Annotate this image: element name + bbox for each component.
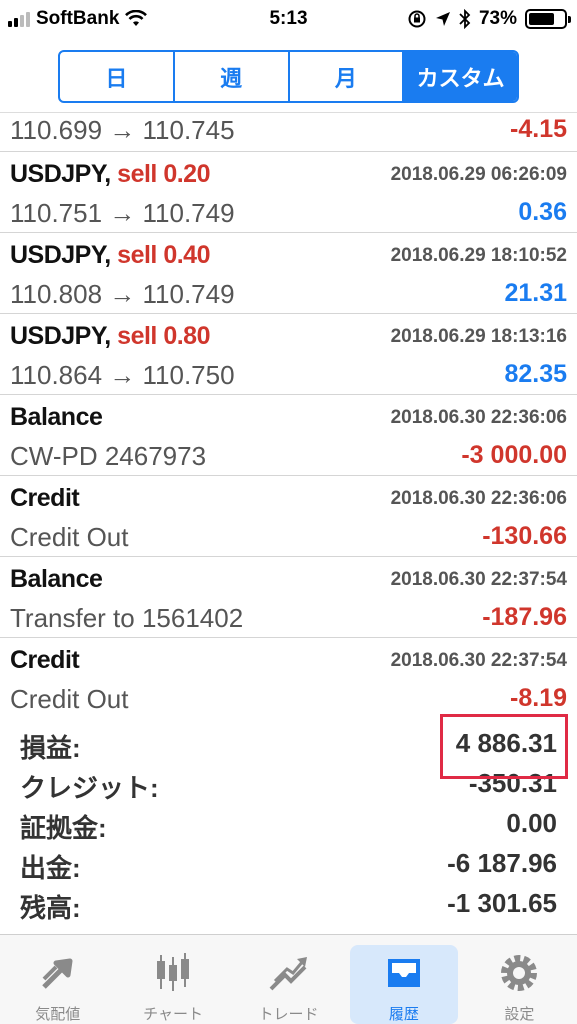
row-amount: 21.31 [504, 279, 567, 307]
history-row[interactable]: Balance 2018.06.30 22:37:54 Transfer to … [0, 557, 577, 638]
history-row[interactable]: Credit 2018.06.30 22:36:06 Credit Out -1… [0, 476, 577, 557]
row-amount: -4.15 [510, 115, 567, 143]
row-amount: 0.36 [518, 198, 567, 226]
row-amount: -3 000.00 [461, 441, 567, 469]
row-amount: -187.96 [482, 603, 567, 631]
tab-label: 気配値 [35, 1005, 81, 1023]
row-date: 2018.06.29 18:13:16 [390, 326, 567, 347]
summary-label: クレジット: [20, 773, 159, 803]
symbol-name: USDJPY, [10, 322, 111, 350]
row-amount: 82.35 [504, 360, 567, 388]
location-icon [435, 12, 450, 26]
row-description: Credit Out [10, 522, 129, 552]
tab-label: チャート [143, 1005, 204, 1023]
status-right: 73% [407, 8, 571, 30]
row-description: 110.864 → 110.750 [10, 360, 235, 390]
row-symbol: Balance [10, 565, 103, 594]
tab-label: 履歴 [388, 1005, 419, 1023]
quotes-icon [41, 958, 73, 989]
tab-chart[interactable]: チャート [115, 935, 230, 1024]
tab-trade[interactable]: トレード [231, 935, 346, 1024]
tab-settings[interactable]: 設定 [462, 935, 577, 1024]
row-symbol: USDJPY, sell 0.80 [10, 322, 210, 351]
bluetooth-icon [459, 9, 471, 29]
summary-label: 出金: [20, 853, 81, 883]
rotation-lock-icon [408, 10, 426, 28]
summary-row-balance: 残高: -1 301.65 [10, 882, 567, 923]
history-row[interactable]: USDJPY, sell 0.80 2018.06.29 18:13:16 11… [0, 314, 577, 395]
segment-week[interactable]: 週 [175, 52, 290, 101]
trade-side: sell 0.20 [117, 160, 210, 188]
history-list[interactable]: 110.699 → 110.745 -4.15 USDJPY, sell 0.2… [0, 112, 577, 716]
status-bar: SoftBank 5:13 73% [0, 0, 577, 40]
row-description: 110.699 → 110.745 [10, 115, 235, 145]
symbol-name: Credit [10, 484, 80, 512]
row-date: 2018.06.30 22:36:06 [390, 407, 567, 428]
history-row[interactable]: Balance 2018.06.30 22:36:06 CW-PD 246797… [0, 395, 577, 476]
symbol-name: Credit [10, 646, 80, 674]
symbol-name: Balance [10, 403, 103, 431]
symbol-name: Balance [10, 565, 103, 593]
tab-label: トレード [258, 1005, 319, 1023]
row-date: 2018.06.29 18:10:52 [390, 245, 567, 266]
highlight-annotation-box [440, 714, 568, 779]
summary-value: -6 187.96 [447, 848, 557, 878]
segment-month[interactable]: 月 [290, 52, 405, 101]
row-symbol: USDJPY, sell 0.40 [10, 241, 210, 270]
battery-icon [525, 9, 571, 29]
row-symbol: Credit [10, 646, 80, 675]
history-row[interactable]: Credit 2018.06.30 22:37:54 Credit Out -8… [0, 638, 577, 716]
row-date: 2018.06.30 22:36:06 [390, 488, 567, 509]
battery-percent: 73% [478, 8, 517, 29]
row-description: Transfer to 1561402 [10, 603, 244, 633]
summary-row-withdrawal: 出金: -6 187.96 [10, 842, 567, 883]
tab-bar: 気配値 チャート トレード 履歴 設定 [0, 934, 577, 1024]
trade-side: sell 0.40 [117, 241, 210, 269]
trade-icon [269, 957, 307, 991]
segment-day[interactable]: 日 [60, 52, 175, 101]
row-date: 2018.06.30 22:37:54 [390, 569, 567, 590]
summary-label: 残高: [20, 893, 81, 923]
row-symbol: Credit [10, 484, 80, 513]
row-symbol: USDJPY, sell 0.20 [10, 160, 210, 189]
row-symbol: Balance [10, 403, 103, 432]
period-segmented-control: 日 週 月 カスタム [58, 50, 519, 103]
row-amount: -8.19 [510, 684, 567, 712]
row-description: CW-PD 2467973 [10, 441, 207, 471]
tab-history[interactable]: 履歴 [346, 935, 461, 1024]
summary-value: -1 301.65 [447, 888, 557, 918]
row-date: 2018.06.29 06:26:09 [390, 164, 567, 185]
row-description: Credit Out [10, 684, 129, 714]
trade-side: sell 0.80 [117, 322, 210, 350]
summary-label: 証拠金: [20, 813, 107, 843]
summary-row-deposit: 証拠金: 0.00 [10, 802, 567, 843]
segment-custom[interactable]: カスタム [404, 52, 517, 101]
summary-value: 0.00 [506, 808, 557, 838]
tab-quotes[interactable]: 気配値 [0, 935, 115, 1024]
history-row[interactable]: 110.699 → 110.745 -4.15 [0, 113, 577, 152]
history-row[interactable]: USDJPY, sell 0.40 2018.06.29 18:10:52 11… [0, 233, 577, 314]
history-icon [387, 959, 420, 987]
row-description: 110.751 → 110.749 [10, 198, 235, 228]
row-amount: -130.66 [482, 522, 567, 550]
summary-label: 損益: [20, 733, 81, 763]
tab-label: 設定 [504, 1005, 535, 1023]
symbol-name: USDJPY, [10, 241, 111, 269]
history-row[interactable]: USDJPY, sell 0.20 2018.06.29 06:26:09 11… [0, 152, 577, 233]
row-date: 2018.06.30 22:37:54 [390, 650, 567, 671]
settings-icon [501, 955, 538, 991]
chart-icon [157, 953, 190, 991]
row-description: 110.808 → 110.749 [10, 279, 235, 309]
symbol-name: USDJPY, [10, 160, 111, 188]
